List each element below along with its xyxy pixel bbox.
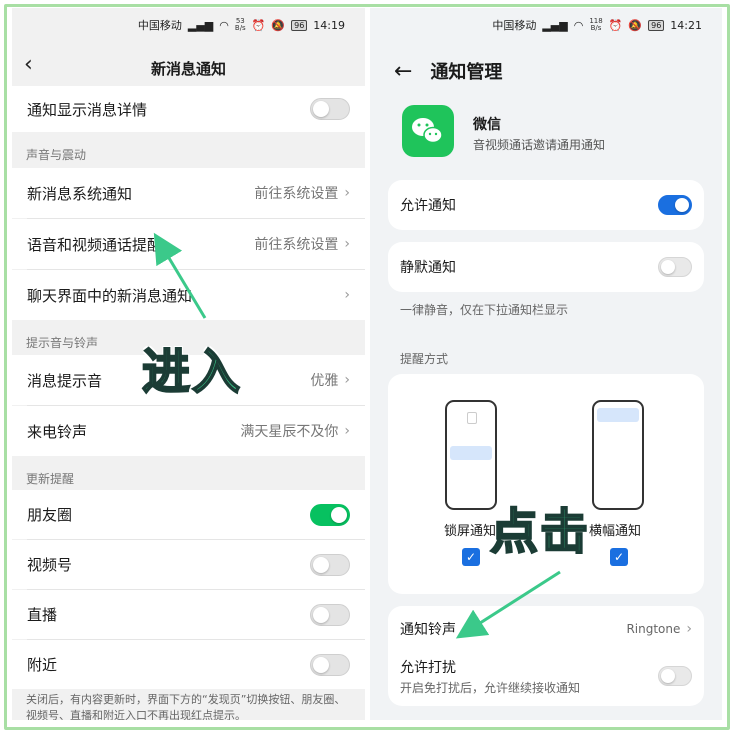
annotation-click: 点击 (489, 503, 591, 561)
page-header: ← 通知管理 (394, 58, 502, 84)
app-channel: 音视频通话邀请通用通知 (473, 138, 606, 152)
row-label: 朋友圈 (27, 506, 73, 524)
annotation-enter: 进入 (141, 343, 243, 401)
lock-preview-banner (450, 446, 492, 460)
silent-toggle[interactable] (658, 257, 692, 277)
row-label: 直播 (27, 606, 58, 624)
disturb-toggle[interactable] (658, 666, 692, 686)
chevron-right-icon: › (344, 423, 350, 439)
channels-toggle[interactable] (310, 553, 350, 576)
row-label: 视频号 (27, 556, 73, 574)
carrier-label: 中国移动 (137, 19, 182, 32)
row-label: 允许打扰 (400, 660, 456, 676)
row-voice-video-reminder[interactable]: 语音和视频通话提醒 前往系统设置 › (12, 219, 365, 269)
row-value: 优雅 (310, 373, 339, 389)
wifi-icon: ◠ (573, 18, 584, 32)
battery-icon: 96 (291, 19, 308, 31)
status-bar: 中国移动 ▂▄▆ ◠ 118 B/s ⏰ 🔕 96 14:21 (370, 8, 722, 42)
row-label: 静默通知 (400, 260, 456, 276)
net-speed: 118 B/s (589, 17, 603, 32)
section-ringtone: 提示音与铃声 (26, 336, 99, 350)
row-label: 通知铃声 (400, 622, 456, 638)
live-toggle[interactable] (310, 603, 350, 626)
moments-toggle[interactable] (310, 503, 350, 526)
app-name: 微信 (473, 117, 501, 133)
lock-icon (467, 412, 477, 424)
alarm-icon: ⏰ (251, 18, 266, 32)
carrier-label: 中国移动 (492, 19, 537, 32)
row-disturb[interactable]: 允许打扰 (400, 656, 692, 686)
banner-preview-bar (597, 408, 639, 422)
row-label: 聊天界面中的新消息通知 (27, 286, 193, 305)
back-arrow-icon[interactable]: ‹ (24, 52, 33, 77)
row-label: 允许通知 (400, 198, 456, 214)
chevron-right-icon: › (344, 287, 350, 303)
lock-screen-checkbox[interactable]: ✓ (462, 548, 480, 566)
status-bar: 中国移动 ▂▄▆ ◠ 53 B/s ⏰ 🔕 96 14:19 (12, 8, 365, 42)
page-title: 通知管理 (430, 62, 503, 83)
ringtone-value: Ringtone (626, 622, 681, 636)
row-silent[interactable]: 静默通知 (400, 256, 692, 278)
chevron-right-icon: › (344, 372, 350, 388)
page-header: ‹ 新消息通知 (12, 50, 365, 86)
notification-management-panel: 中国移动 ▂▄▆ ◠ 118 B/s ⏰ 🔕 96 14:21 ← 通知管理 微信… (370, 8, 722, 720)
remind-method-label: 提醒方式 (400, 352, 449, 366)
clock: 14:21 (670, 18, 702, 32)
row-system-notification[interactable]: 新消息系统通知 前往系统设置 › (12, 168, 365, 218)
wifi-icon: ◠ (219, 18, 229, 32)
row-label: 语音和视频通话提醒 (27, 235, 163, 254)
row-moments[interactable]: 朋友圈 (12, 490, 365, 539)
row-live[interactable]: 直播 (12, 590, 365, 639)
row-call-ringtone[interactable]: 来电铃声 满天星辰不及你 › (12, 406, 365, 456)
silent-notification-card: 静默通知 (388, 242, 704, 292)
footnote: 关闭后，有内容更新时，界面下方的“发现页”切换按钮、朋友圈、视频号、直播和附近入… (26, 693, 346, 720)
sound-card: 通知铃声 Ringtone › 允许打扰 开启免打扰后，允许继续接收通知 (388, 606, 704, 706)
back-arrow-icon[interactable]: ← (394, 59, 412, 84)
signal-icon: ▂▄▆ (187, 18, 214, 32)
row-label: 附近 (27, 656, 58, 674)
section-update: 更新提醒 (26, 472, 75, 486)
battery-icon: 96 (648, 19, 665, 31)
disturb-subtitle: 开启免打扰后，允许继续接收通知 (400, 681, 581, 695)
row-value: 前往系统设置 (254, 237, 339, 253)
lock-screen-label: 锁屏通知 (444, 524, 497, 539)
clock: 14:19 (313, 18, 345, 32)
row-value: 满天星辰不及你 (240, 424, 339, 440)
wechat-logo-icon (402, 105, 454, 157)
row-allow[interactable]: 允许通知 (400, 194, 692, 216)
alarm-icon: ⏰ (608, 18, 623, 32)
detail-toggle[interactable] (310, 98, 350, 120)
page-title: 新消息通知 (150, 59, 226, 78)
row-value: 前往系统设置 (254, 186, 339, 202)
row-label: 通知显示消息详情 (27, 100, 148, 119)
row-label: 消息提示音 (27, 371, 103, 390)
chevron-right-icon: › (344, 185, 350, 201)
allow-toggle[interactable] (658, 195, 692, 215)
row-chat-notification[interactable]: 聊天界面中的新消息通知 › (12, 270, 365, 320)
row-label: 新消息系统通知 (27, 184, 133, 203)
mute-icon: 🔕 (271, 18, 286, 32)
silent-note: 一律静音，仅在下拉通知栏显示 (400, 303, 569, 317)
nearby-toggle[interactable] (310, 653, 350, 676)
row-channels[interactable]: 视频号 (12, 540, 365, 589)
mute-icon: 🔕 (628, 18, 643, 32)
chevron-right-icon: › (344, 236, 350, 252)
banner-preview[interactable] (592, 400, 644, 510)
section-sound: 声音与震动 (26, 148, 87, 162)
row-detail[interactable]: 通知显示消息详情 (12, 86, 365, 132)
banner-label: 横幅通知 (589, 524, 642, 539)
row-nearby[interactable]: 附近 (12, 640, 365, 689)
net-speed: 53 B/s (234, 17, 246, 32)
row-label: 来电铃声 (27, 422, 88, 441)
allow-notification-card: 允许通知 (388, 180, 704, 230)
banner-checkbox[interactable]: ✓ (610, 548, 628, 566)
chevron-right-icon: › (686, 621, 692, 637)
signal-icon: ▂▄▆ (542, 18, 568, 32)
row-ringtone[interactable]: 通知铃声 Ringtone › (400, 618, 692, 640)
